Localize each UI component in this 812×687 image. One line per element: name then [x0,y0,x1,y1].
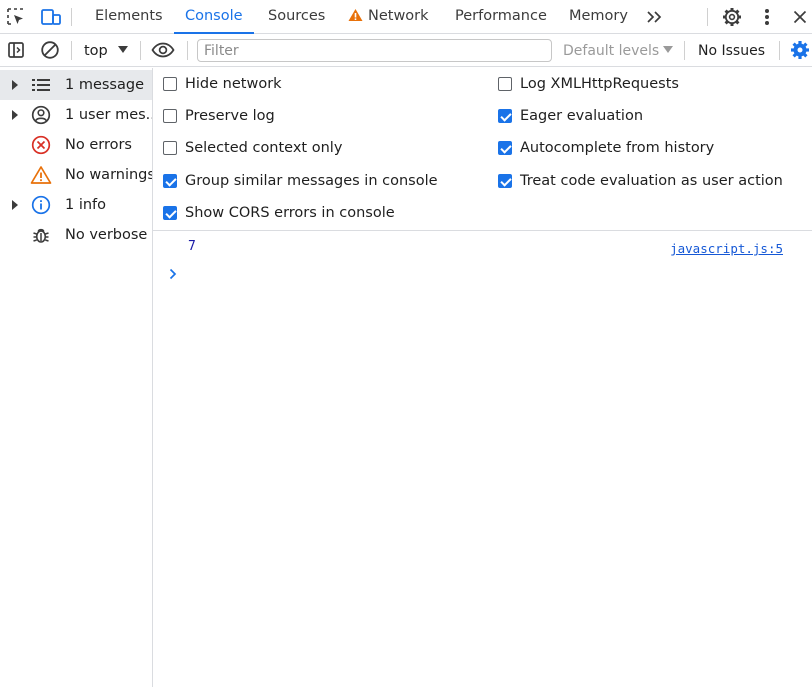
issues-counter[interactable]: No Issues [698,40,765,62]
sidebar-item-verbose[interactable]: No verbose [0,220,152,250]
sidebar-item-label: 1 message [65,77,144,93]
checkbox-box[interactable] [163,77,177,91]
sidebar-item-errors[interactable]: No errors [0,130,152,160]
more-options-icon[interactable] [755,5,779,29]
toolbar-divider [71,8,72,26]
sidebar-item-info[interactable]: 1 info [0,190,152,220]
treat-code-evaluation-checkbox[interactable]: Treat code evaluation as user action [498,170,783,192]
context-selector-label: top [84,43,108,59]
checkbox-box[interactable] [163,174,177,188]
warning-icon [30,164,52,186]
context-selector[interactable]: top [84,40,128,62]
show-cors-errors-checkbox[interactable]: Show CORS errors in console [163,202,395,224]
sidebar-item-label: No warnings [65,167,152,183]
more-tabs-icon[interactable] [642,5,666,29]
sidebar-item-messages[interactable]: 1 message [0,70,152,100]
console-settings-gear-icon[interactable] [788,38,812,62]
tab-memory[interactable]: Memory [558,0,639,33]
log-xmlhttprequests-checkbox[interactable]: Log XMLHttpRequests [498,73,679,95]
devtools-tab-bar: Elements Console Sources Network Perform… [0,0,812,34]
hide-network-checkbox[interactable]: Hide network [163,73,282,95]
toolbar-divider [684,41,685,60]
group-similar-messages-checkbox[interactable]: Group similar messages in console [163,170,438,192]
checkbox-box[interactable] [498,77,512,91]
live-expression-eye-icon[interactable] [151,38,175,62]
checkbox-label: Selected context only [185,140,343,156]
tab-performance[interactable]: Performance [444,0,558,33]
device-toolbar-icon[interactable] [39,5,63,29]
console-message-source-link[interactable]: javascript.js:5 [670,241,783,256]
checkbox-label: Log XMLHttpRequests [520,76,679,92]
preserve-log-checkbox[interactable]: Preserve log [163,105,275,127]
console-message-value: 7 [188,239,196,254]
checkbox-label: Treat code evaluation as user action [520,173,783,189]
checkbox-box[interactable] [498,174,512,188]
console-toolbar: top Default levels No Issues [0,34,812,67]
checkbox-label: Show CORS errors in console [185,205,395,221]
checkbox-label: Autocomplete from history [520,140,715,156]
inspect-element-icon[interactable] [4,5,28,29]
tab-network-label: Network [368,8,429,24]
toolbar-divider [779,41,780,60]
console-sidebar: 1 message 1 user mes... No errors No war… [0,68,153,687]
checkbox-label: Eager evaluation [520,108,644,124]
checkbox-box[interactable] [498,109,512,123]
checkbox-label: Preserve log [185,108,275,124]
autocomplete-from-history-checkbox[interactable]: Autocomplete from history [498,137,714,159]
tab-sources[interactable]: Sources [257,0,336,33]
toolbar-divider [71,41,72,60]
sidebar-item-user-messages[interactable]: 1 user mes... [0,100,152,130]
console-message: 7 javascript.js:5 [153,234,812,260]
expand-arrow-icon[interactable] [12,200,18,210]
tab-network[interactable]: Network [337,0,440,33]
sidebar-item-label: 1 info [65,197,107,213]
gear-icon[interactable] [720,5,744,29]
checkbox-box[interactable] [498,141,512,155]
checkbox-box[interactable] [163,141,177,155]
chevron-down-icon [117,46,128,53]
list-icon [30,74,52,96]
sidebar-item-label: No verbose [65,227,148,243]
bug-icon [30,224,52,246]
log-levels-label: Default levels [563,43,660,59]
tab-console[interactable]: Console [174,0,254,34]
tab-elements[interactable]: Elements [84,0,174,33]
toolbar-divider [140,41,141,60]
info-icon [30,194,52,216]
warning-icon [348,2,363,35]
checkbox-label: Group similar messages in console [185,173,438,189]
expand-arrow-icon[interactable] [12,110,18,120]
filter-input[interactable] [197,39,552,62]
sidebar-item-warnings[interactable]: No warnings [0,160,152,190]
close-icon[interactable] [788,5,812,29]
sidebar-toggle-icon[interactable] [4,38,28,62]
eager-evaluation-checkbox[interactable]: Eager evaluation [498,105,643,127]
checkbox-box[interactable] [163,206,177,220]
log-levels-dropdown[interactable]: Default levels [563,40,674,62]
expand-arrow-icon[interactable] [12,80,18,90]
chevron-down-icon [663,46,674,53]
sidebar-item-label: 1 user mes... [65,107,152,123]
clear-console-icon[interactable] [38,38,62,62]
checkbox-box[interactable] [163,109,177,123]
selected-context-only-checkbox[interactable]: Selected context only [163,137,342,159]
toolbar-divider [707,8,708,26]
checkbox-label: Hide network [185,76,282,92]
user-icon [30,104,52,126]
error-icon [30,134,52,156]
console-settings-panel: Hide network Preserve log Selected conte… [153,68,812,231]
console-prompt-chevron-icon[interactable] [167,266,179,282]
console-output[interactable]: 7 javascript.js:5 [153,232,812,687]
sidebar-item-label: No errors [65,137,132,153]
toolbar-divider [187,41,188,60]
